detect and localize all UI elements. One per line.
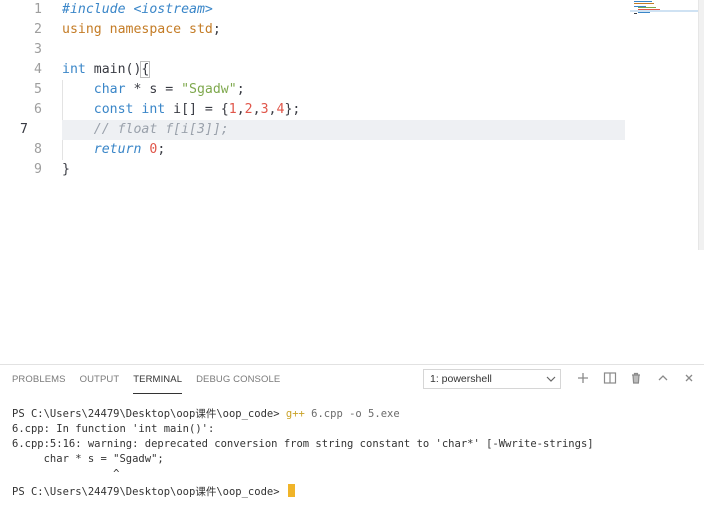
line-number: 6: [34, 102, 42, 117]
code-text: char * s = "Sgadw";: [93, 82, 245, 97]
code-line[interactable]: 7 // float f[i[3]];: [20, 120, 625, 140]
terminal-line: ^: [12, 468, 120, 480]
code-line[interactable]: 8 return 0;: [0, 140, 630, 160]
editor-scrollbar[interactable]: [698, 0, 704, 250]
terminal-line: 6.cpp: In function 'int main()':: [12, 423, 215, 435]
code-line[interactable]: 2 using namespace std;: [0, 20, 630, 40]
bottom-panel: PROBLEMS OUTPUT TERMINAL DEBUG CONSOLE 1…: [0, 364, 704, 509]
code-text: #include <iostream>: [62, 2, 213, 17]
code-text: using namespace std;: [62, 22, 221, 37]
terminal-command-args: 6.cpp -o 5.exe: [304, 408, 400, 420]
tab-output[interactable]: OUTPUT: [80, 374, 120, 394]
minimap-line: [634, 13, 637, 14]
code-line[interactable]: 4 int main(){: [0, 60, 630, 80]
terminal-select-value: 1: powershell: [430, 373, 492, 385]
line-number: 2: [34, 22, 42, 37]
code-text: int main(){: [62, 61, 151, 78]
trash-icon[interactable]: [628, 370, 644, 386]
terminal-line: PS C:\Users\24479\Desktop\oop课件\oop_code…: [12, 484, 692, 500]
minimap-line: [634, 2, 654, 4]
terminal-cursor: [287, 484, 295, 497]
code-text: return 0;: [93, 142, 166, 157]
terminal-line: char * s = "Sgadw";: [12, 453, 164, 465]
code-text: // float f[i[3]];: [93, 122, 229, 137]
code-line[interactable]: 1 #include <iostream>: [0, 0, 630, 20]
line-number: 7: [20, 122, 28, 137]
code-line[interactable]: 9}: [0, 160, 630, 180]
line-number: 3: [34, 42, 42, 57]
terminal-output[interactable]: PS C:\Users\24479\Desktop\oop课件\oop_code…: [12, 407, 692, 500]
terminal-line: PS C:\Users\24479\Desktop\oop课件\oop_code…: [12, 407, 692, 422]
code-text: }: [62, 162, 70, 177]
close-icon[interactable]: [681, 370, 697, 386]
line-number: 5: [34, 82, 42, 97]
split-icon[interactable]: [602, 370, 618, 386]
line-number: 8: [34, 142, 42, 157]
line-number: 4: [34, 62, 42, 77]
line-number: 1: [34, 2, 42, 17]
minimap[interactable]: [630, 0, 700, 16]
code-editor[interactable]: 1 #include <iostream> 2 using namespace std…: [0, 0, 704, 364]
chevron-down-icon: [546, 370, 556, 395]
code-line[interactable]: 5 char * s = "Sgadw";: [0, 80, 630, 100]
code-text: const int i[] = {1,2,3,4};: [93, 102, 301, 117]
tab-debug-console[interactable]: DEBUG CONSOLE: [196, 374, 280, 394]
minimap-slider[interactable]: [630, 10, 698, 12]
tab-problems[interactable]: PROBLEMS: [12, 374, 66, 394]
line-number: 9: [34, 162, 42, 177]
terminal-command: g++: [285, 408, 305, 420]
add-icon[interactable]: [575, 370, 591, 386]
panel-tabs: PROBLEMS OUTPUT TERMINAL DEBUG CONSOLE: [12, 374, 294, 394]
code-line[interactable]: 6 const int i[] = {1,2,3,4};: [0, 100, 630, 120]
terminal-line: 6.cpp:5:16: warning: deprecated conversi…: [12, 438, 594, 450]
tab-terminal[interactable]: TERMINAL: [133, 374, 183, 394]
terminal-prompt: PS C:\Users\24479\Desktop\oop课件\oop_code…: [12, 408, 286, 420]
code-line[interactable]: 3: [0, 40, 630, 60]
terminal-prompt: PS C:\Users\24479\Desktop\oop课件\oop_code…: [12, 486, 286, 498]
terminal-select[interactable]: 1: powershell: [423, 369, 561, 389]
chevron-up-icon[interactable]: [655, 370, 671, 386]
